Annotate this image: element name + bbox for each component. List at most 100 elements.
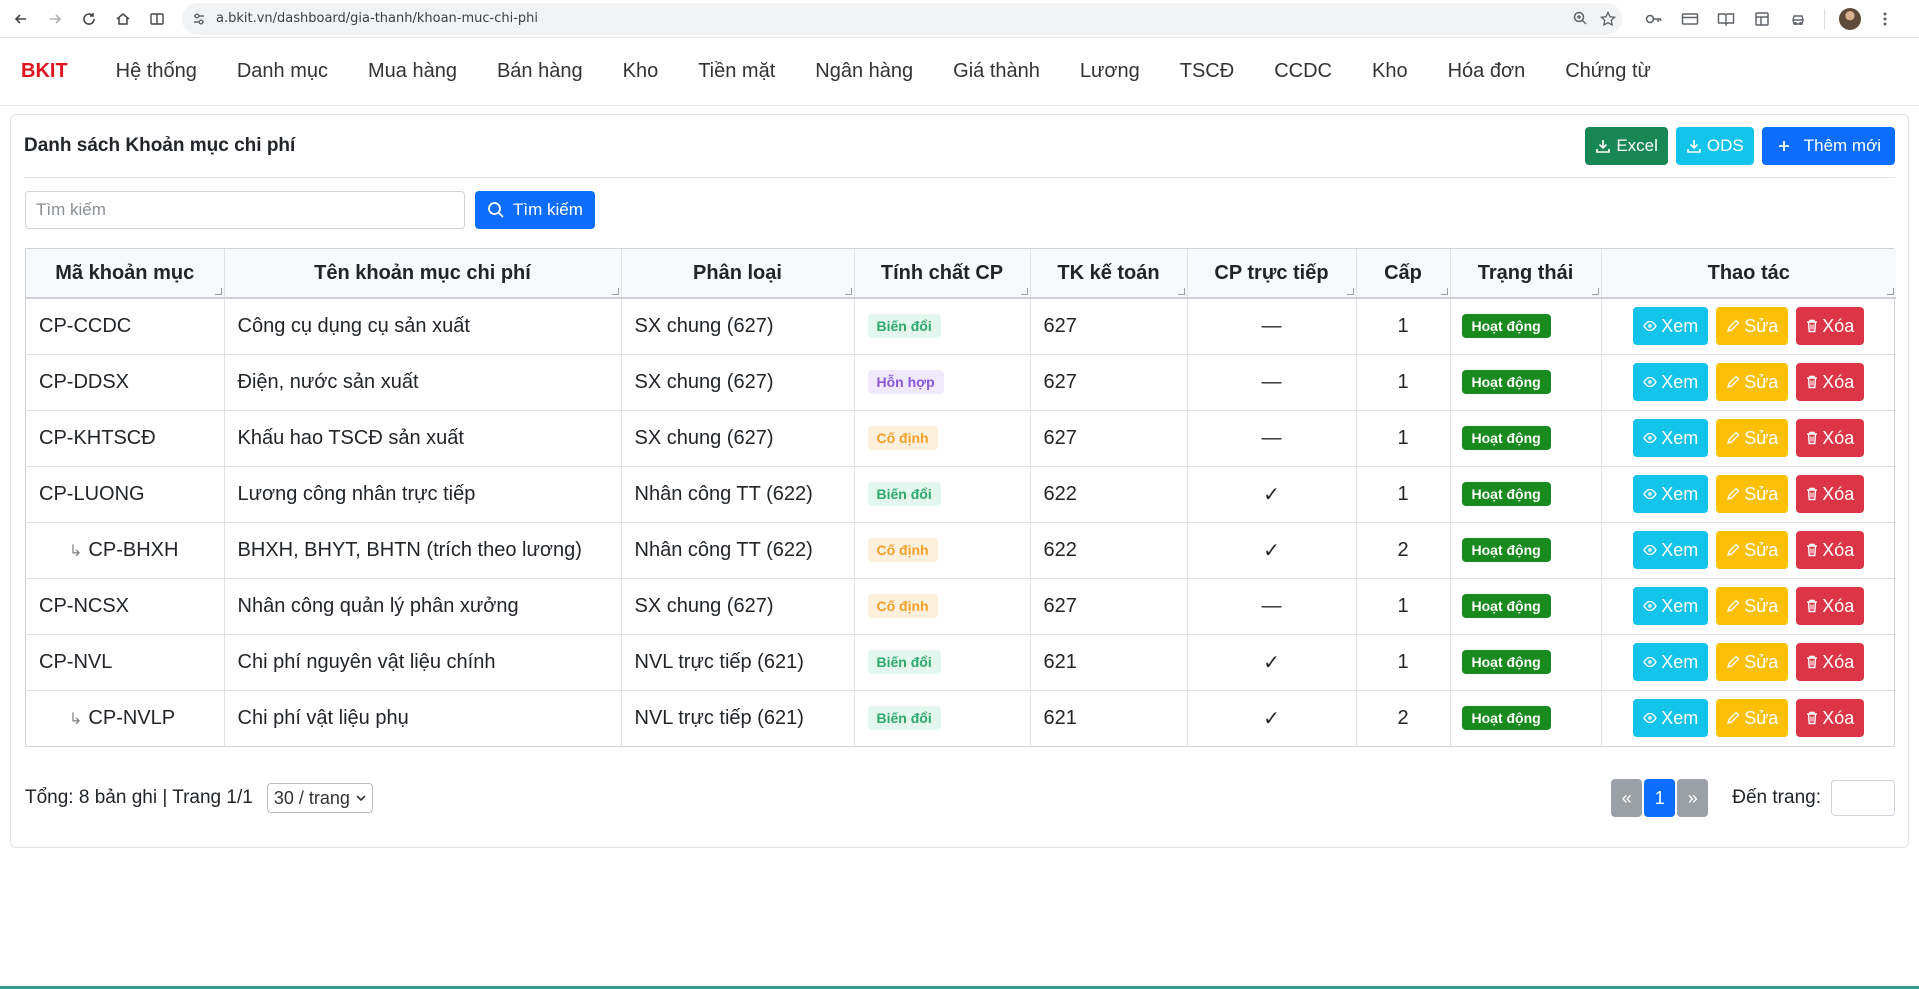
resize-grip[interactable] — [611, 288, 619, 295]
view-button[interactable]: Xem — [1633, 699, 1709, 738]
menu-luong[interactable]: Lương — [1080, 60, 1140, 83]
password-key-icon[interactable] — [1636, 12, 1672, 26]
next-page-button[interactable]: » — [1677, 779, 1709, 817]
delete-button[interactable]: Xóa — [1796, 307, 1865, 346]
delete-button[interactable]: Xóa — [1796, 363, 1865, 401]
payment-card-icon[interactable] — [1672, 12, 1708, 26]
home-icon[interactable] — [110, 6, 136, 32]
edit-button[interactable]: Sửa — [1716, 307, 1789, 346]
resize-grip[interactable] — [1020, 288, 1028, 295]
delete-button[interactable]: Xóa — [1796, 531, 1865, 569]
prev-page-button[interactable]: « — [1611, 779, 1643, 817]
menu-ban-hang[interactable]: Bán hàng — [497, 60, 583, 83]
bookmark-star-icon[interactable] — [1594, 10, 1622, 27]
site-info-icon[interactable] — [192, 12, 206, 26]
resize-grip[interactable] — [1346, 288, 1354, 295]
address-bar[interactable]: a.bkit.vn/dashboard/gia-thanh/khoan-muc-… — [182, 2, 1622, 35]
menu-gia-thanh[interactable]: Giá thành — [953, 60, 1040, 83]
export-excel-button[interactable]: Excel — [1585, 127, 1668, 165]
view-button[interactable]: Xem — [1633, 475, 1709, 513]
search-input[interactable] — [25, 191, 465, 229]
table-row[interactable]: CP-NCSX Nhân công quản lý phân xưởng SX ch… — [26, 578, 1896, 635]
search-button[interactable]: Tìm kiếm — [475, 191, 595, 229]
url-text[interactable]: a.bkit.vn/dashboard/gia-thanh/khoan-muc-… — [216, 11, 538, 26]
col-header-account[interactable]: TK kế toán — [1030, 249, 1188, 299]
more-menu-icon[interactable] — [1867, 11, 1903, 27]
edit-button[interactable]: Sửa — [1716, 419, 1789, 457]
resize-grip[interactable] — [1440, 288, 1448, 295]
table-row[interactable]: CP-NVL Chi phí nguyên vật liệu chính NVL t… — [26, 634, 1896, 691]
forward-icon[interactable] — [42, 6, 68, 32]
delete-button[interactable]: Xóa — [1796, 643, 1865, 681]
view-button[interactable]: Xem — [1633, 531, 1709, 569]
edit-button[interactable]: Sửa — [1716, 475, 1789, 513]
delete-button[interactable]: Xóa — [1796, 419, 1865, 457]
menu-danh-muc[interactable]: Danh mục — [237, 60, 328, 83]
resize-grip[interactable] — [1177, 288, 1185, 295]
profile-avatar[interactable] — [1839, 7, 1861, 30]
edit-button[interactable]: Sửa — [1716, 363, 1789, 401]
delete-button[interactable]: Xóa — [1796, 587, 1865, 625]
table-row[interactable]: CP-CCDC Công cụ dụng cụ sản xuất SX chung … — [26, 298, 1896, 355]
menu-hoa-don[interactable]: Hóa đơn — [1448, 60, 1526, 83]
menu-tien-mat[interactable]: Tiền mặt — [698, 60, 775, 83]
resize-grip[interactable] — [1591, 288, 1599, 295]
menu-ccdc[interactable]: CCDC — [1274, 60, 1332, 83]
edit-button[interactable]: Sửa — [1716, 587, 1789, 625]
extensions-icon[interactable] — [1780, 11, 1816, 27]
reading-list-icon[interactable] — [1708, 12, 1744, 26]
view-button[interactable]: Xem — [1633, 643, 1709, 681]
table-row[interactable]: CP-DDSX Điện, nước sản xuất SX chung (627)… — [26, 354, 1896, 411]
view-button[interactable]: Xem — [1633, 419, 1709, 457]
col-header-actions[interactable]: Thao tác — [1601, 249, 1896, 299]
edit-button[interactable]: Sửa — [1716, 699, 1789, 738]
col-header-type[interactable]: Phân loại — [621, 249, 855, 299]
col-header-code[interactable]: Mã khoản mục — [26, 249, 225, 299]
table-row[interactable]: ↳ CP-BHXH BHXH, BHYT, BHTN (trích theo lươ… — [26, 522, 1896, 579]
col-header-direct[interactable]: CP trực tiếp — [1187, 249, 1357, 299]
page-size-select[interactable]: 30 / trang — [266, 783, 373, 813]
col-header-name[interactable]: Tên khoản mục chi phí — [224, 249, 622, 299]
nature-badge: Cố định — [867, 594, 938, 618]
zoom-icon[interactable] — [1566, 11, 1594, 26]
cell-code: CP-NVL — [26, 634, 225, 691]
menu-mua-hang[interactable]: Mua hàng — [368, 60, 457, 83]
reading-mode-icon[interactable] — [144, 6, 170, 32]
page-1-button[interactable]: 1 — [1644, 779, 1676, 817]
delete-button[interactable]: Xóa — [1796, 475, 1865, 513]
resize-grip[interactable] — [1887, 288, 1894, 295]
table-row[interactable]: ↳ CP-NVLP Chi phí vật liệu phụ NVL trực tiế… — [26, 690, 1896, 746]
delete-label: Xóa — [1822, 707, 1855, 728]
col-header-level[interactable]: Cấp — [1356, 249, 1451, 299]
brand-logo[interactable]: BKIT — [21, 60, 68, 83]
table-row[interactable]: CP-LUONG Lương công nhân trực tiếp Nhân cô… — [26, 466, 1896, 523]
menu-tscd[interactable]: TSCĐ — [1180, 60, 1234, 83]
reload-icon[interactable] — [76, 6, 102, 32]
edit-button[interactable]: Sửa — [1716, 531, 1789, 569]
table-footer: Tổng: 8 bản ghi | Trang 1/1 30 / trang «… — [25, 773, 1895, 823]
edit-label: Sửa — [1744, 595, 1779, 616]
menu-ngan-hang[interactable]: Ngân hàng — [815, 60, 913, 83]
side-panel-icon[interactable] — [1744, 11, 1780, 27]
delete-button[interactable]: Xóa — [1796, 699, 1865, 738]
view-button[interactable]: Xem — [1633, 587, 1709, 625]
add-new-button[interactable]: Thêm mới — [1761, 127, 1895, 165]
goto-page-input[interactable] — [1831, 780, 1895, 816]
back-icon[interactable] — [8, 6, 34, 32]
view-button[interactable]: Xem — [1633, 307, 1709, 346]
menu-kho[interactable]: Kho — [623, 60, 659, 83]
menu-chung-tu[interactable]: Chứng từ — [1565, 60, 1651, 83]
menu-he-thong[interactable]: Hệ thống — [116, 60, 197, 83]
view-button[interactable]: Xem — [1633, 363, 1709, 401]
cell-type: SX chung (627) — [621, 410, 855, 467]
export-ods-button[interactable]: ODS — [1675, 127, 1754, 165]
cell-status: Hoạt động — [1450, 410, 1602, 467]
resize-grip[interactable] — [844, 288, 852, 295]
resize-grip[interactable] — [214, 288, 222, 295]
table-row[interactable]: CP-KHTSCĐ Khấu hao TSCĐ sản xuất SX chung … — [26, 410, 1896, 467]
menu-kho-2[interactable]: Kho — [1372, 60, 1408, 83]
nature-badge: Biến đổi — [867, 706, 941, 731]
col-header-status[interactable]: Trạng thái — [1450, 249, 1602, 299]
col-header-nature[interactable]: Tính chất CP — [854, 249, 1031, 299]
edit-button[interactable]: Sửa — [1716, 643, 1789, 681]
